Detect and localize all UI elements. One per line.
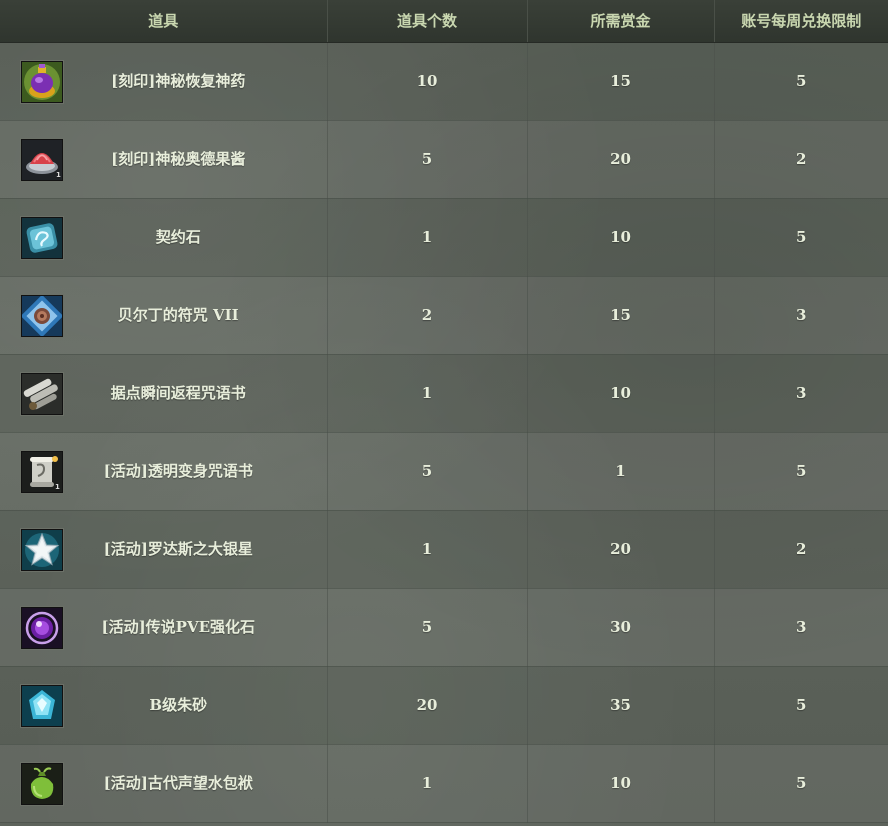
item-weekly-limit: 5 [714, 42, 888, 121]
item-weekly-limit: 3 [714, 354, 888, 433]
item-cell: 据点瞬间返程咒语书 [0, 354, 328, 433]
red-jelly-dish-icon[interactable]: 1 [21, 138, 63, 181]
table-row: [活动]古代声望水包袱 1 10 5 [0, 744, 888, 823]
item-count: 1 [327, 354, 528, 433]
item-cell: [活动]古代声望水包袱 [0, 744, 328, 823]
item-weekly-limit: 3 [714, 588, 888, 667]
item-bounty: 10 [527, 198, 715, 277]
svg-text:1: 1 [56, 171, 61, 179]
item-count: 1 [327, 510, 528, 589]
table-row: 据点瞬间返程咒语书 1 10 3 [0, 354, 888, 433]
item-bounty: 15 [527, 276, 715, 355]
header-item: 道具 [0, 0, 328, 43]
item-bounty: 10 [527, 744, 715, 823]
item-cell: [刻印]神秘恢复神药 [0, 42, 328, 121]
scroll-bundle-icon[interactable] [21, 372, 63, 415]
item-bounty: 10 [527, 354, 715, 433]
item-cell: 契约石 [0, 198, 328, 277]
item-count: 1 [327, 744, 528, 823]
table-row: [刻印]神秘恢复神药 10 15 5 [0, 42, 888, 121]
item-cell: 1 [活动]透明变身咒语书 [0, 432, 328, 511]
item-count: 5 [327, 588, 528, 667]
item-count: 2 [327, 276, 528, 355]
item-weekly-limit: 2 [714, 120, 888, 199]
item-cell: 贝尔丁的符咒 VII [0, 276, 328, 355]
item-count: 1 [327, 198, 528, 277]
item-bounty: 30 [527, 588, 715, 667]
table-row: 贝尔丁的符咒 VII 2 15 3 [0, 276, 888, 355]
header-weekly-limit: 账号每周兑换限制 [714, 0, 888, 43]
table-row: B级朱砂 20 35 5 [0, 666, 888, 745]
item-cell: B级朱砂 [0, 666, 328, 745]
item-count: 20 [327, 666, 528, 745]
transform-scroll-icon[interactable]: 1 [21, 450, 63, 493]
item-weekly-limit: 5 [714, 198, 888, 277]
table-row: [活动]传说PVE强化石 5 30 3 [0, 588, 888, 667]
item-bounty: 20 [527, 120, 715, 199]
item-count: 5 [327, 120, 528, 199]
exchange-table: 道具 道具个数 所需赏金 账号每周兑换限制 [刻印]神秘恢复神药 10 15 5… [0, 0, 888, 823]
item-weekly-limit: 3 [714, 276, 888, 355]
header-bounty: 所需赏金 [527, 0, 715, 43]
header-count: 道具个数 [327, 0, 528, 43]
silver-star-icon[interactable] [21, 528, 63, 571]
purple-orb-icon[interactable] [21, 606, 63, 649]
item-weekly-limit: 2 [714, 510, 888, 589]
table-header-row: 道具 道具个数 所需赏金 账号每周兑换限制 [0, 0, 888, 43]
item-count: 5 [327, 432, 528, 511]
item-weekly-limit: 5 [714, 744, 888, 823]
item-count: 10 [327, 42, 528, 121]
item-cell: 1 [刻印]神秘奥德果酱 [0, 120, 328, 199]
item-cell: [活动]罗达斯之大银星 [0, 510, 328, 589]
reward-table-panel: 道具 道具个数 所需赏金 账号每周兑换限制 [刻印]神秘恢复神药 10 15 5… [0, 0, 888, 826]
item-weekly-limit: 5 [714, 666, 888, 745]
svg-text:1: 1 [55, 483, 60, 491]
purple-potion-icon[interactable] [21, 60, 63, 103]
item-bounty: 15 [527, 42, 715, 121]
cyan-crystal-icon[interactable] [21, 684, 63, 727]
item-bounty: 35 [527, 666, 715, 745]
talisman-icon[interactable] [21, 294, 63, 337]
table-row: [活动]罗达斯之大银星 1 20 2 [0, 510, 888, 589]
contract-stone-icon[interactable] [21, 216, 63, 259]
item-bounty: 20 [527, 510, 715, 589]
table-row: 契约石 1 10 5 [0, 198, 888, 277]
item-cell: [活动]传说PVE强化石 [0, 588, 328, 667]
item-bounty: 1 [527, 432, 715, 511]
table-row: 1 [刻印]神秘奥德果酱 5 20 2 [0, 120, 888, 199]
item-weekly-limit: 5 [714, 432, 888, 511]
green-pouch-icon[interactable] [21, 762, 63, 805]
table-row: 1 [活动]透明变身咒语书 5 1 5 [0, 432, 888, 511]
